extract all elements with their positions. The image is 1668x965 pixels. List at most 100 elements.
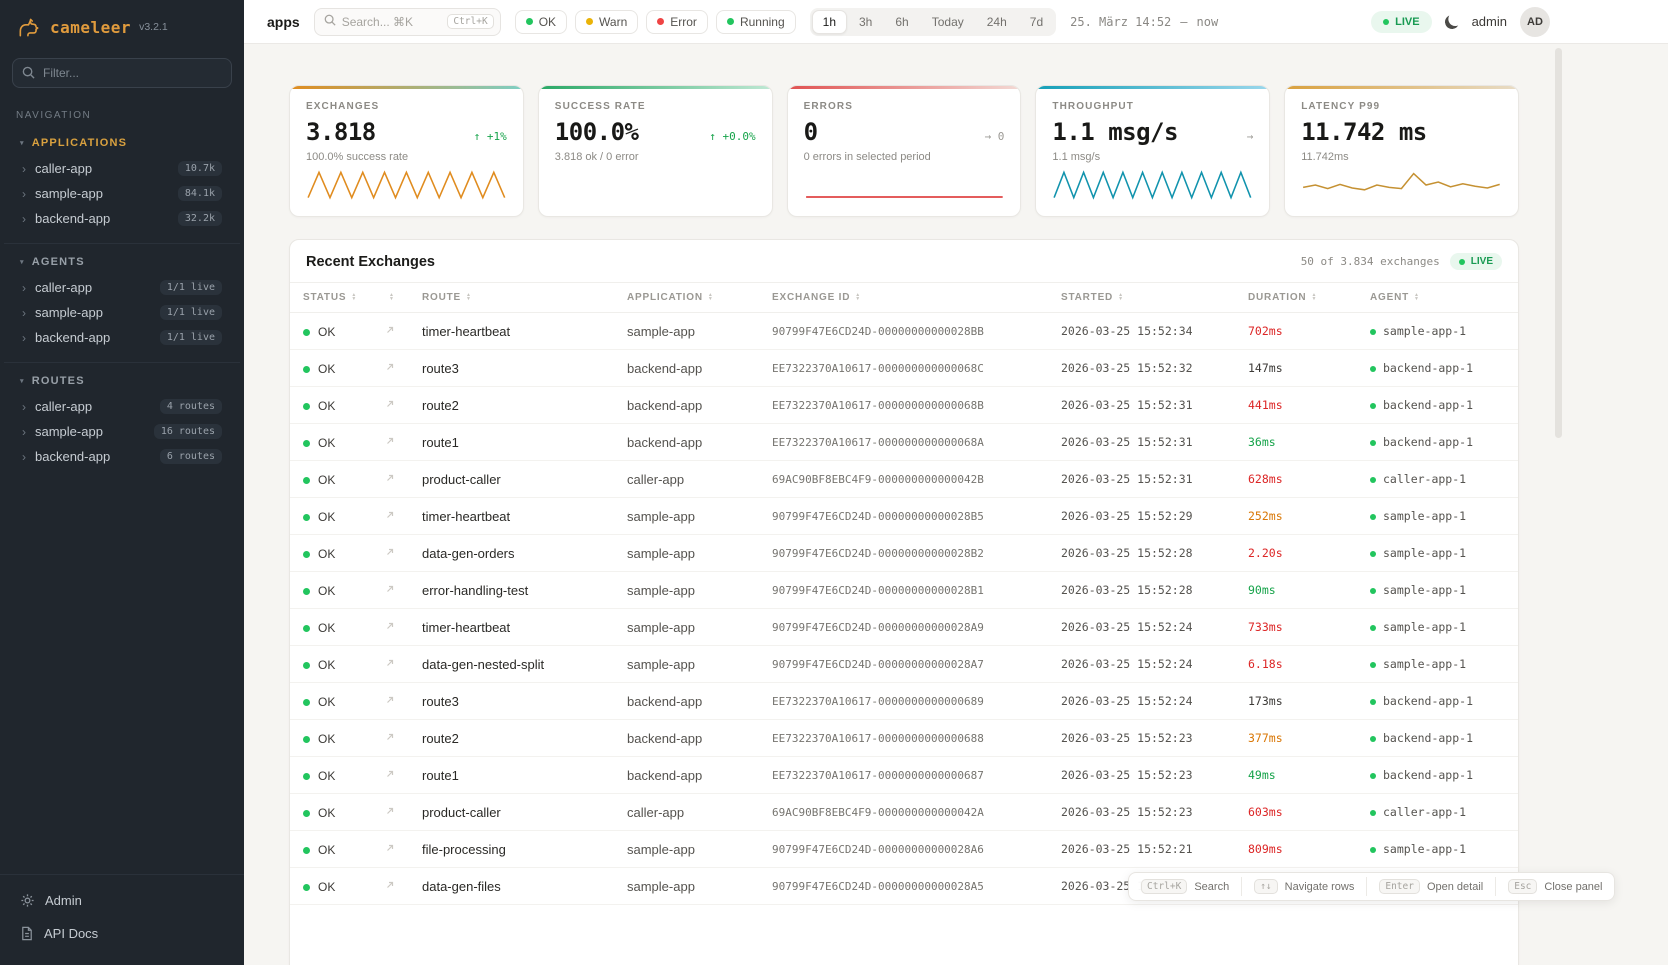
duration-cell: 2.20s	[1248, 535, 1370, 572]
open-exchange-icon[interactable]	[384, 768, 396, 780]
open-exchange-icon[interactable]	[384, 361, 396, 373]
column-header-application[interactable]: APPLICATION▲▼	[627, 283, 772, 313]
status-cell: OK	[290, 572, 384, 609]
column-header-agent[interactable]: AGENT▲▼	[1370, 283, 1519, 313]
sidebar-item-backend-app[interactable]: ›backend-app32.2k	[14, 206, 230, 231]
open-exchange-icon[interactable]	[384, 546, 396, 558]
duration-cell: 628ms	[1248, 461, 1370, 498]
sort-icon: ▲▼	[1311, 293, 1317, 302]
exchange-id-cell: 90799F47E6CD24D-00000000000028B2	[772, 535, 1061, 572]
open-exchange-icon[interactable]	[384, 694, 396, 706]
column-header-status[interactable]: STATUS▲▼	[290, 283, 384, 313]
range-button-6h[interactable]: 6h	[884, 10, 919, 34]
sidebar-item-caller-app[interactable]: ›caller-app4 routes	[14, 394, 230, 419]
section-title: AGENTS	[32, 256, 85, 268]
sidebar-item-api-docs[interactable]: API Docs	[12, 918, 232, 949]
started-cell: 2026-03-25 15:52:23	[1061, 720, 1248, 757]
sidebar-item-sample-app[interactable]: ›sample-app1/1 live	[14, 300, 230, 325]
live-toggle[interactable]: LIVE	[1371, 11, 1431, 33]
sidebar-item-admin[interactable]: Admin	[12, 885, 232, 916]
status-dot	[303, 366, 310, 373]
open-exchange-icon[interactable]	[384, 620, 396, 632]
table-row[interactable]: OKfile-processingsample-app90799F47E6CD2…	[290, 831, 1519, 868]
started-cell: 2026-03-25 15:52:24	[1061, 646, 1248, 683]
table-row[interactable]: OKroute3backend-appEE7322370A10617-00000…	[290, 350, 1519, 387]
filter-chip-error[interactable]: Error	[646, 10, 708, 34]
agent-label: caller-app-1	[1383, 805, 1466, 819]
status-cell: OK	[290, 609, 384, 646]
section-header[interactable]: ▾APPLICATIONS	[14, 137, 230, 156]
filter-chip-warn[interactable]: Warn	[575, 10, 638, 34]
table-row[interactable]: OKtimer-heartbeatsample-app90799F47E6CD2…	[290, 498, 1519, 535]
open-exchange-icon[interactable]	[384, 509, 396, 521]
table-row[interactable]: OKtimer-heartbeatsample-app90799F47E6CD2…	[290, 313, 1519, 350]
column-header-route[interactable]: ROUTE▲▼	[422, 283, 627, 313]
table-row[interactable]: OKerror-handling-testsample-app90799F47E…	[290, 572, 1519, 609]
filter-chip-running[interactable]: Running	[716, 10, 796, 34]
route-cell: timer-heartbeat	[422, 498, 627, 535]
filter-chip-ok[interactable]: OK	[515, 10, 567, 34]
table-row[interactable]: OKproduct-callercaller-app69AC90BF8EBC4F…	[290, 794, 1519, 831]
agent-cell: sample-app-1	[1370, 646, 1519, 683]
open-exchange-icon[interactable]	[384, 324, 396, 336]
sidebar-item-sample-app[interactable]: ›sample-app16 routes	[14, 419, 230, 444]
dark-mode-toggle-moon-icon[interactable]	[1443, 13, 1460, 30]
sidebar-item-caller-app[interactable]: ›caller-app10.7k	[14, 156, 230, 181]
duration-cell: 702ms	[1248, 313, 1370, 350]
open-exchange-icon[interactable]	[384, 583, 396, 595]
table-row[interactable]: OKproduct-callercaller-app69AC90BF8EBC4F…	[290, 461, 1519, 498]
column-header-open[interactable]: ▲▼	[384, 283, 422, 313]
context-label: apps	[267, 14, 300, 30]
avatar[interactable]: AD	[1520, 7, 1550, 37]
exchange-id-cell: 69AC90BF8EBC4F9-000000000000042A	[772, 794, 1061, 831]
sidebar-item-caller-app[interactable]: ›caller-app1/1 live	[14, 275, 230, 300]
column-header-started[interactable]: STARTED▲▼	[1061, 283, 1248, 313]
open-exchange-icon[interactable]	[384, 731, 396, 743]
table-row[interactable]: OKroute2backend-appEE7322370A10617-00000…	[290, 720, 1519, 757]
application-cell: caller-app	[627, 794, 772, 831]
sidebar-item-backend-app[interactable]: ›backend-app6 routes	[14, 444, 230, 469]
item-label: caller-app	[35, 399, 92, 414]
table-row[interactable]: OKroute1backend-appEE7322370A10617-00000…	[290, 424, 1519, 461]
search-box[interactable]: Search... ⌘K Ctrl+K	[314, 8, 501, 36]
table-row[interactable]: OKtimer-heartbeatsample-app90799F47E6CD2…	[290, 609, 1519, 646]
route-cell: product-caller	[422, 794, 627, 831]
table-row[interactable]: OKroute2backend-appEE7322370A10617-00000…	[290, 387, 1519, 424]
range-button-today[interactable]: Today	[921, 10, 975, 34]
status-cell: OK	[290, 646, 384, 683]
route-cell: timer-heartbeat	[422, 609, 627, 646]
open-exchange-icon[interactable]	[384, 805, 396, 817]
status-dot	[303, 551, 310, 558]
open-exchange-icon[interactable]	[384, 472, 396, 484]
table-row[interactable]: OKroute3backend-appEE7322370A10617-00000…	[290, 683, 1519, 720]
range-button-3h[interactable]: 3h	[848, 10, 883, 34]
application-cell: caller-app	[627, 461, 772, 498]
open-exchange-icon[interactable]	[384, 879, 396, 891]
range-button-24h[interactable]: 24h	[976, 10, 1018, 34]
agent-cell: backend-app-1	[1370, 757, 1519, 794]
column-header-exchange-id[interactable]: EXCHANGE ID▲▼	[772, 283, 1061, 313]
stat-subtext: 3.818 ok / 0 error	[555, 151, 756, 163]
search-shortcut: Ctrl+K	[447, 14, 493, 29]
open-exchange-icon[interactable]	[384, 657, 396, 669]
section-header[interactable]: ▾ROUTES	[14, 375, 230, 394]
column-header-duration[interactable]: DURATION▲▼	[1248, 283, 1370, 313]
started-cell: 2026-03-25 15:52:32	[1061, 350, 1248, 387]
open-exchange-icon[interactable]	[384, 842, 396, 854]
range-button-7d[interactable]: 7d	[1019, 10, 1054, 34]
filter-input[interactable]	[12, 58, 232, 88]
open-exchange-icon[interactable]	[384, 435, 396, 447]
sidebar-item-sample-app[interactable]: ›sample-app84.1k	[14, 181, 230, 206]
section-header[interactable]: ▾AGENTS	[14, 256, 230, 275]
open-exchange-icon[interactable]	[384, 398, 396, 410]
stat-subtext: 1.1 msg/s	[1052, 151, 1253, 163]
application-cell: sample-app	[627, 572, 772, 609]
range-button-1h[interactable]: 1h	[812, 10, 847, 34]
agent-cell: sample-app-1	[1370, 609, 1519, 646]
table-row[interactable]: OKdata-gen-orderssample-app90799F47E6CD2…	[290, 535, 1519, 572]
table-row[interactable]: OKroute1backend-appEE7322370A10617-00000…	[290, 757, 1519, 794]
status-label: OK	[318, 399, 335, 413]
scrollbar[interactable]	[1555, 48, 1562, 438]
sidebar-item-backend-app[interactable]: ›backend-app1/1 live	[14, 325, 230, 350]
table-row[interactable]: OKdata-gen-nested-splitsample-app90799F4…	[290, 646, 1519, 683]
